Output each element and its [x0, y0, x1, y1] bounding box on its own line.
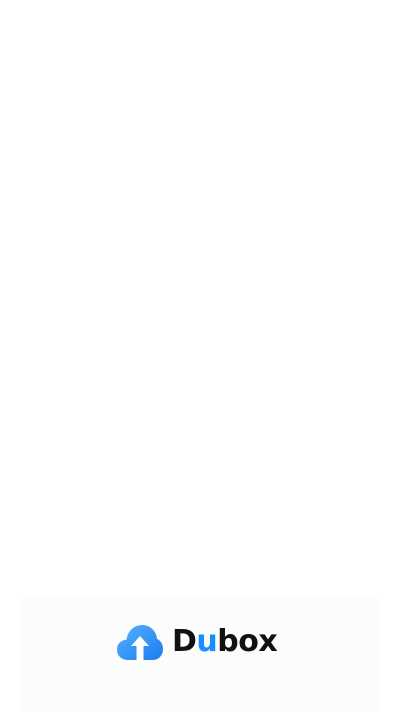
wordmark-box: box: [217, 624, 278, 659]
wordmark-u: u: [196, 624, 218, 659]
wordmark-d: D: [172, 624, 197, 659]
brand-logo: Du box: [116, 620, 278, 664]
splash-blank-area: [0, 0, 400, 596]
cloud-upload-icon: [117, 625, 163, 660]
splash-screen: Du box: [0, 0, 400, 711]
brand-wordmark: Du box: [172, 620, 278, 664]
